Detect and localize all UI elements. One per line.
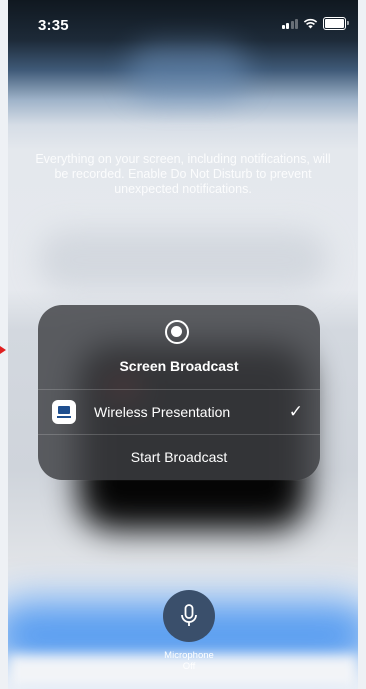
status-icons bbox=[281, 17, 349, 30]
status-bar: 3:35 bbox=[8, 14, 358, 36]
record-icon bbox=[165, 320, 189, 344]
blurred-background-shape bbox=[128, 45, 248, 100]
microphone-label: Microphone Off bbox=[139, 650, 239, 672]
checkmark-icon: ✓ bbox=[288, 402, 303, 421]
screen: 3:35 Everything on your screen, includin… bbox=[8, 0, 358, 689]
wifi-icon bbox=[303, 18, 318, 29]
app-icon bbox=[52, 400, 76, 424]
battery-icon bbox=[323, 17, 349, 30]
microphone-title: Microphone bbox=[164, 650, 214, 661]
broadcast-app-wireless-presentation[interactable]: Wireless Presentation ✓ bbox=[38, 390, 320, 434]
microphone-icon bbox=[181, 604, 197, 626]
screen-broadcast-sheet: Screen Broadcast Wireless Presentation ✓… bbox=[38, 305, 320, 480]
microphone-button[interactable] bbox=[163, 590, 215, 642]
status-time: 3:35 bbox=[38, 17, 69, 34]
app-label: Wireless Presentation bbox=[94, 404, 231, 420]
signal-icon bbox=[281, 18, 298, 29]
edge-arrow-icon bbox=[0, 346, 6, 354]
microphone-state: Off bbox=[182, 661, 196, 672]
start-broadcast-button[interactable]: Start Broadcast bbox=[38, 435, 320, 480]
sheet-title: Screen Broadcast bbox=[119, 358, 239, 374]
blurred-background-text bbox=[38, 230, 328, 290]
recording-notice: Everything on your screen, including not… bbox=[35, 152, 331, 196]
